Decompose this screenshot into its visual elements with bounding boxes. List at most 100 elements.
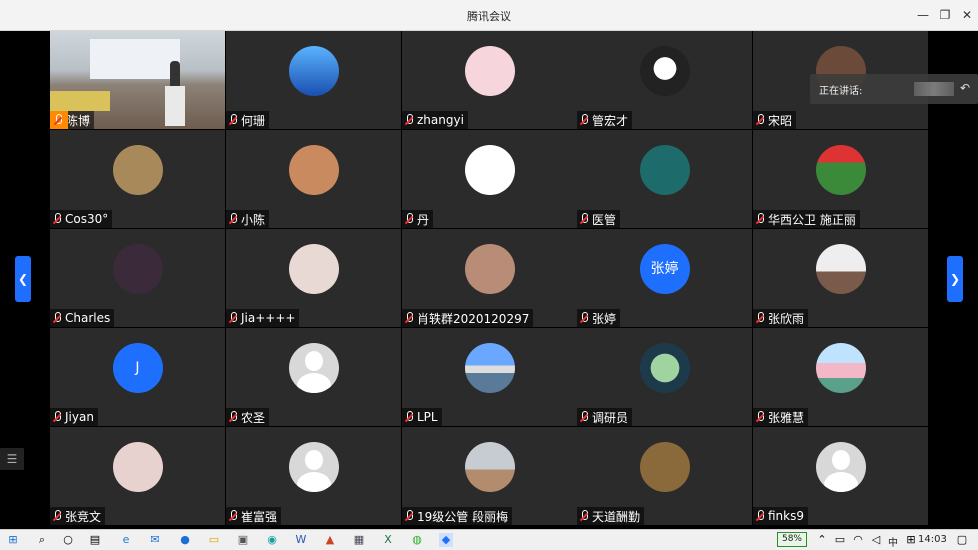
- avatar: [639, 442, 690, 492]
- mic-muted-icon: [52, 509, 62, 523]
- name-bar: 张欣雨: [753, 309, 809, 327]
- battery-indicator[interactable]: 58%: [777, 532, 807, 547]
- collapse-icon[interactable]: ↶: [960, 81, 970, 95]
- participant-tile[interactable]: Jia++++: [226, 229, 401, 327]
- participant-tile[interactable]: 何珊: [226, 31, 401, 129]
- participant-tile[interactable]: 肖轶群2020120297: [402, 229, 577, 327]
- participant-name: Jiyan: [65, 410, 94, 424]
- calculator-icon[interactable]: ▦: [352, 533, 366, 547]
- participant-tile[interactable]: 崔富强: [226, 427, 401, 525]
- name-bar: 小陈: [226, 210, 270, 228]
- avatar: [288, 244, 339, 294]
- participant-tile[interactable]: 19级公管 段丽梅: [402, 427, 577, 525]
- participant-tile[interactable]: Charles: [50, 229, 225, 327]
- participant-name: finks9: [768, 509, 804, 523]
- avatar: [815, 145, 866, 195]
- restore-icon[interactable]: ❐: [936, 6, 954, 24]
- name-bar: Charles: [50, 309, 115, 327]
- participant-tile[interactable]: 陈博: [50, 31, 225, 129]
- participant-name: 张欣雨: [768, 311, 805, 326]
- mic-muted-icon: [228, 113, 238, 127]
- close-icon[interactable]: ✕: [958, 6, 976, 24]
- word-icon[interactable]: W: [294, 533, 308, 547]
- edge-icon[interactable]: e: [119, 533, 133, 547]
- participant-name: 调研员: [592, 410, 629, 425]
- participant-tile[interactable]: 张竞文: [50, 427, 225, 525]
- next-page-button[interactable]: ❯: [947, 256, 963, 302]
- mic-muted-icon: [404, 212, 414, 226]
- wifi-icon[interactable]: ◠: [851, 533, 865, 547]
- participant-tile[interactable]: LPL: [402, 328, 577, 426]
- avatar: [639, 343, 690, 393]
- minimize-icon[interactable]: —: [914, 6, 932, 24]
- participant-tile[interactable]: Cos30°: [50, 130, 225, 228]
- participant-name: 何珊: [241, 113, 266, 128]
- wechat-icon[interactable]: ◍: [410, 533, 424, 547]
- avatar: [288, 145, 339, 195]
- participant-tile[interactable]: 张欣雨: [753, 229, 928, 327]
- volume-icon[interactable]: ◁: [869, 533, 883, 547]
- avatar: [464, 442, 515, 492]
- name-bar: 医管: [577, 210, 621, 228]
- mic-muted-icon: [228, 509, 238, 523]
- mic-muted-icon: [228, 311, 238, 325]
- mic-muted-icon: [755, 212, 765, 226]
- name-bar: 肖轶群2020120297: [402, 309, 534, 327]
- task-view-icon[interactable]: ▤: [88, 533, 102, 547]
- mic-muted-icon: [755, 311, 765, 325]
- notification-icon[interactable]: ▢: [955, 533, 969, 547]
- participant-tile[interactable]: 调研员: [577, 328, 752, 426]
- participant-tile[interactable]: J Jiyan: [50, 328, 225, 426]
- participant-tile[interactable]: finks9: [753, 427, 928, 525]
- participant-tile[interactable]: 医管: [577, 130, 752, 228]
- avatar: [464, 343, 515, 393]
- mail-icon[interactable]: ✉: [148, 533, 162, 547]
- browser-icon[interactable]: ◉: [265, 533, 279, 547]
- tencent-meeting-icon[interactable]: ◆: [439, 533, 453, 547]
- participant-tile[interactable]: 小陈: [226, 130, 401, 228]
- name-bar: LPL: [402, 408, 442, 426]
- search-icon[interactable]: ⌕: [35, 533, 49, 547]
- name-bar: 崔富强: [226, 507, 282, 525]
- name-bar: 何珊: [226, 111, 270, 129]
- pdf-icon[interactable]: ▲: [323, 533, 337, 547]
- name-bar: 张雅慧: [753, 408, 809, 426]
- name-bar: 宋昭: [753, 111, 797, 129]
- participant-name: 管宏才: [592, 113, 629, 128]
- participant-name: 张雅慧: [768, 410, 805, 425]
- participant-tile[interactable]: 管宏才: [577, 31, 752, 129]
- keyboard-icon[interactable]: ⊞: [904, 533, 918, 547]
- clock[interactable]: 14:03: [918, 534, 947, 545]
- app-icon[interactable]: ●: [178, 533, 192, 547]
- chevron-up-icon[interactable]: ⌃: [815, 533, 829, 547]
- participant-tile[interactable]: 农圣: [226, 328, 401, 426]
- battery-icon[interactable]: ▭: [833, 533, 847, 547]
- name-bar: 张竞文: [50, 507, 106, 525]
- participant-tile[interactable]: 天道酬勤: [577, 427, 752, 525]
- avatar: [112, 244, 163, 294]
- participant-tile[interactable]: 张婷 张婷: [577, 229, 752, 327]
- default-avatar-icon: [288, 442, 339, 492]
- name-bar: zhangyi: [402, 111, 468, 129]
- participant-name: 肖轶群2020120297: [417, 311, 530, 326]
- windows-start-icon[interactable]: ⊞: [6, 533, 20, 547]
- participant-tile[interactable]: 丹: [402, 130, 577, 228]
- ime-indicator[interactable]: 中: [888, 534, 898, 549]
- avatar: J: [112, 343, 163, 393]
- list-icon[interactable]: ☰: [0, 448, 24, 470]
- participant-tile[interactable]: 华西公卫 施正丽: [753, 130, 928, 228]
- participant-tile[interactable]: 张雅慧: [753, 328, 928, 426]
- excel-icon[interactable]: X: [381, 533, 395, 547]
- cortana-icon[interactable]: ○: [61, 533, 75, 547]
- participant-grid: 陈博 何珊 zhangyi 管宏才 宋昭 Cos30° 小陈 丹 医管 华西公卫…: [50, 31, 928, 529]
- mic-muted-icon: [404, 509, 414, 523]
- store-icon[interactable]: ▣: [236, 533, 250, 547]
- avatar: [639, 46, 690, 96]
- name-bar: 调研员: [577, 408, 633, 426]
- avatar: [815, 343, 866, 393]
- prev-page-button[interactable]: ❮: [15, 256, 31, 302]
- participant-tile[interactable]: zhangyi: [402, 31, 577, 129]
- mic-muted-icon: [579, 113, 589, 127]
- window-title: 腾讯会议: [467, 10, 511, 23]
- file-explorer-icon[interactable]: ▭: [207, 533, 221, 547]
